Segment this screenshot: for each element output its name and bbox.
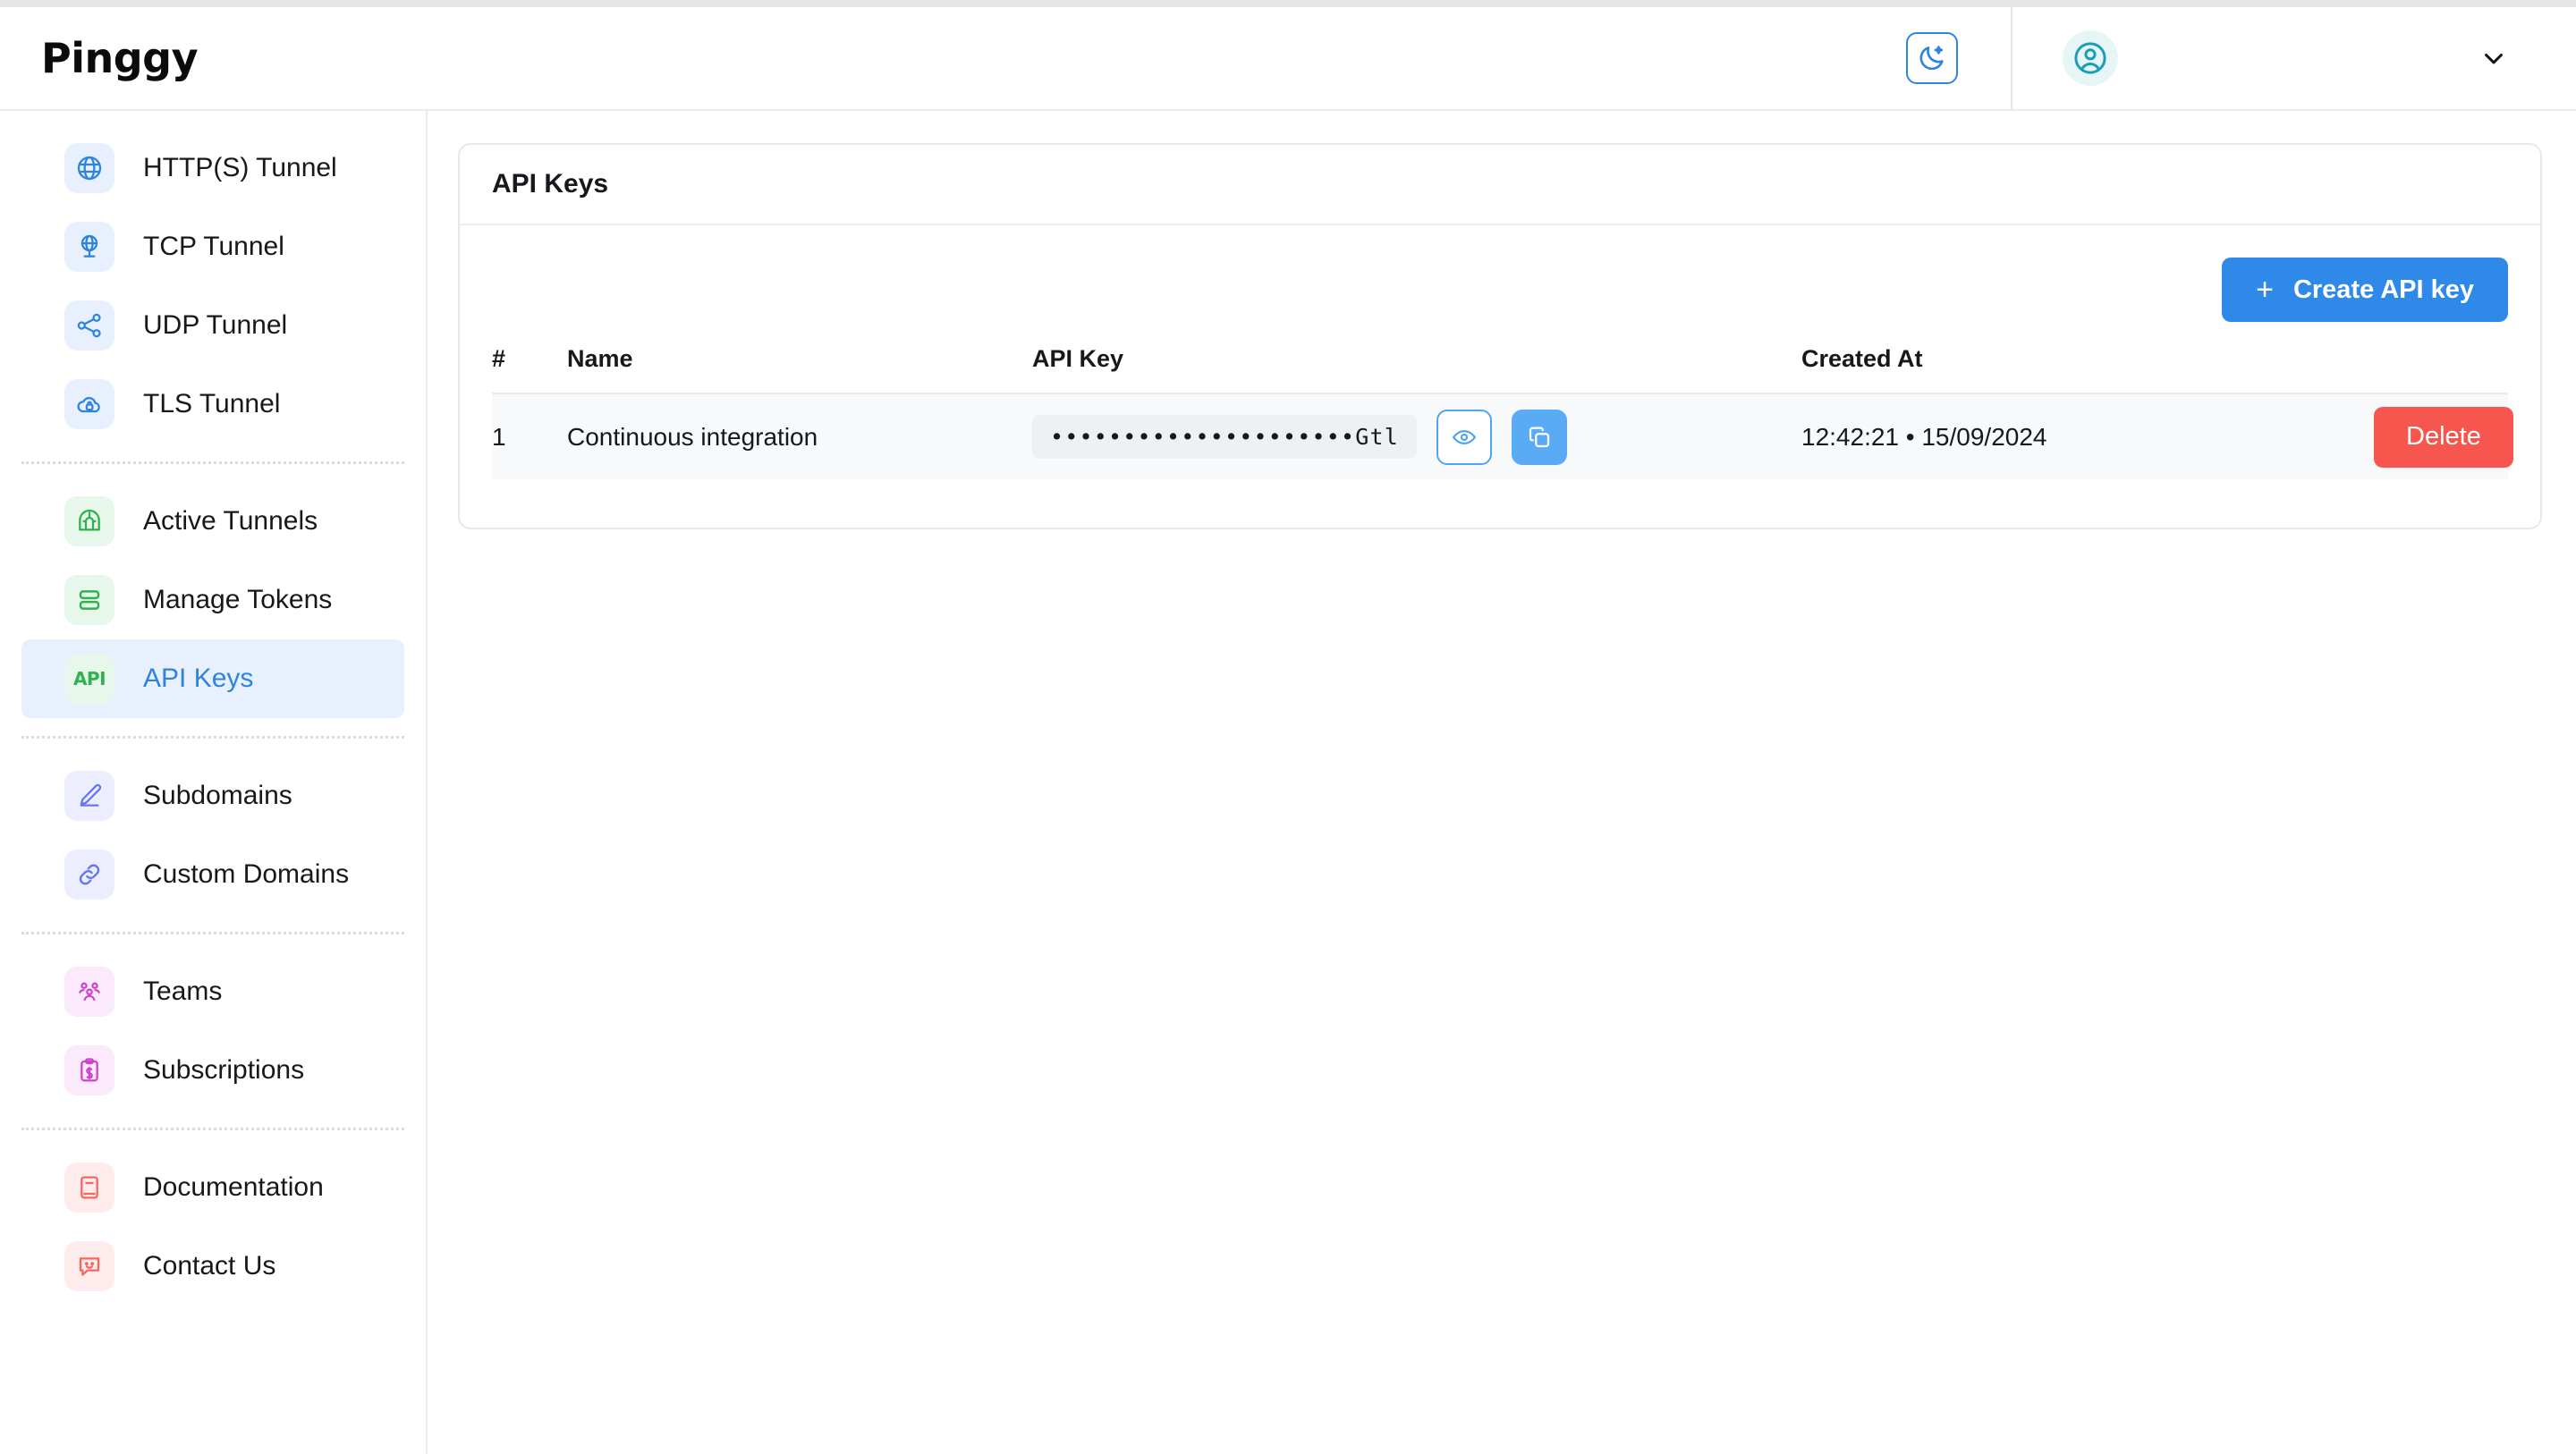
sidebar: HTTP(S) Tunnel TCP Tunnel UDP Tunnel TLS… [0,111,428,1454]
sidebar-item-custom-domains[interactable]: Custom Domains [21,835,404,914]
column-header-created-at: Created At [1801,345,2374,394]
link-chain-icon [64,850,114,900]
table-body: 1 Continuous integration •••••••••••••••… [492,393,2513,479]
globe-www-icon [64,143,114,193]
created-at-text: 12:42:21 • 15/09/2024 [1801,422,2047,451]
api-keys-panel: API Keys + Create API key # Name API Key… [458,143,2542,529]
app-header: Pinggy [0,6,2576,111]
sidebar-item-subscriptions[interactable]: Subscriptions [21,1031,404,1110]
sidebar-item-documentation[interactable]: Documentation [21,1148,404,1227]
page-title: API Keys [492,169,609,199]
sidebar-item-label: Manage Tokens [143,585,333,614]
table-header: # Name API Key Created At [492,345,2508,394]
sidebar-item-label: Teams [143,976,223,1006]
sidebar-item-udp-tunnel[interactable]: UDP Tunnel [21,286,404,365]
cell-actions: Delete [2374,393,2513,479]
delete-button[interactable]: Delete [2374,406,2513,468]
sidebar-item-label: Custom Domains [143,859,350,889]
header-divider [2011,6,2012,110]
api-keys-table: # Name API Key Created At 1 Continuous i… [492,345,2513,479]
main-content: API Keys + Create API key # Name API Key… [428,111,2576,1454]
sidebar-item-subdomains[interactable]: Subdomains [21,757,404,835]
sidebar-item-label: UDP Tunnel [143,310,288,340]
copy-icon[interactable] [1512,409,1568,465]
cell-created-at: 12:42:21 • 15/09/2024 [1801,393,2374,479]
sidebar-item-label: Active Tunnels [143,506,318,536]
cell-api-key: •••••••••••••••••••••Gtl [1032,393,1801,479]
sidebar-group-help: Documentation Contact Us [0,1148,426,1306]
sidebar-item-label: TLS Tunnel [143,389,281,418]
globe-pin-icon [64,222,114,272]
cell-index: 1 [492,393,567,479]
pencil-edit-icon [64,771,114,821]
sidebar-item-label: Subdomains [143,781,292,810]
users-group-icon [64,967,114,1017]
sidebar-divider [21,932,404,934]
table-header-row: # Name API Key Created At [492,345,2508,394]
tunnel-icon [64,496,114,546]
cloud-lock-icon [64,379,114,429]
sidebar-item-label: Contact Us [143,1251,276,1281]
create-api-key-label: Create API key [2292,275,2474,304]
sidebar-item-api-keys[interactable]: API API Keys [21,639,404,718]
column-header-index: # [492,345,567,394]
column-header-actions [2374,345,2508,394]
sidebar-group-management: Active Tunnels Manage Tokens API API Key… [0,482,426,718]
sidebar-item-label: HTTP(S) Tunnel [143,153,337,182]
cell-name: Continuous integration [567,393,1032,479]
eye-icon[interactable] [1436,409,1493,465]
column-header-name: Name [567,345,1032,394]
api-badge-icon: API [64,654,114,704]
sidebar-item-label: Documentation [143,1172,324,1202]
sidebar-divider [21,461,404,464]
sidebar-group-tunnels: HTTP(S) Tunnel TCP Tunnel UDP Tunnel TLS… [0,129,426,444]
user-circle-icon[interactable] [2063,30,2118,86]
plus-icon: + [2256,273,2274,307]
moon-icon[interactable] [1906,32,1958,84]
sidebar-divider [21,1128,404,1130]
panel-body: + Create API key # Name API Key Created … [460,225,2540,528]
sidebar-item-label: TCP Tunnel [143,232,284,261]
sidebar-divider [21,736,404,739]
sidebar-item-label: API Keys [143,664,254,693]
share-nodes-icon [64,300,114,351]
create-api-key-button[interactable]: + Create API key [2222,258,2508,322]
column-header-api-key: API Key [1032,345,1801,394]
panel-header: API Keys [460,145,2540,225]
api-key-masked-value: •••••••••••••••••••••Gtl [1032,415,1418,459]
table-row: 1 Continuous integration •••••••••••••••… [492,393,2513,479]
sidebar-item-tls-tunnel[interactable]: TLS Tunnel [21,365,404,444]
sidebar-item-active-tunnels[interactable]: Active Tunnels [21,482,404,561]
sidebar-group-domains: Subdomains Custom Domains [0,757,426,914]
sidebar-item-manage-tokens[interactable]: Manage Tokens [21,561,404,639]
sidebar-item-label: Subscriptions [143,1055,305,1085]
sidebar-item-teams[interactable]: Teams [21,952,404,1031]
top-strip [0,0,2576,7]
sidebar-item-tcp-tunnel[interactable]: TCP Tunnel [21,207,404,286]
sidebar-item-contact-us[interactable]: Contact Us [21,1227,404,1306]
api-badge-text: API [72,668,106,689]
brand-logo: Pinggy [41,34,199,82]
sidebar-group-account: Teams Subscriptions [0,952,426,1110]
tokens-icon [64,575,114,625]
chat-smile-icon [64,1241,114,1291]
clipboard-dollar-icon [64,1045,114,1095]
panel-toolbar: + Create API key [492,258,2508,322]
sidebar-item-https-tunnel[interactable]: HTTP(S) Tunnel [21,129,404,207]
header-actions [1906,6,2576,110]
book-icon [64,1162,114,1213]
chevron-down-icon[interactable] [2440,43,2547,73]
